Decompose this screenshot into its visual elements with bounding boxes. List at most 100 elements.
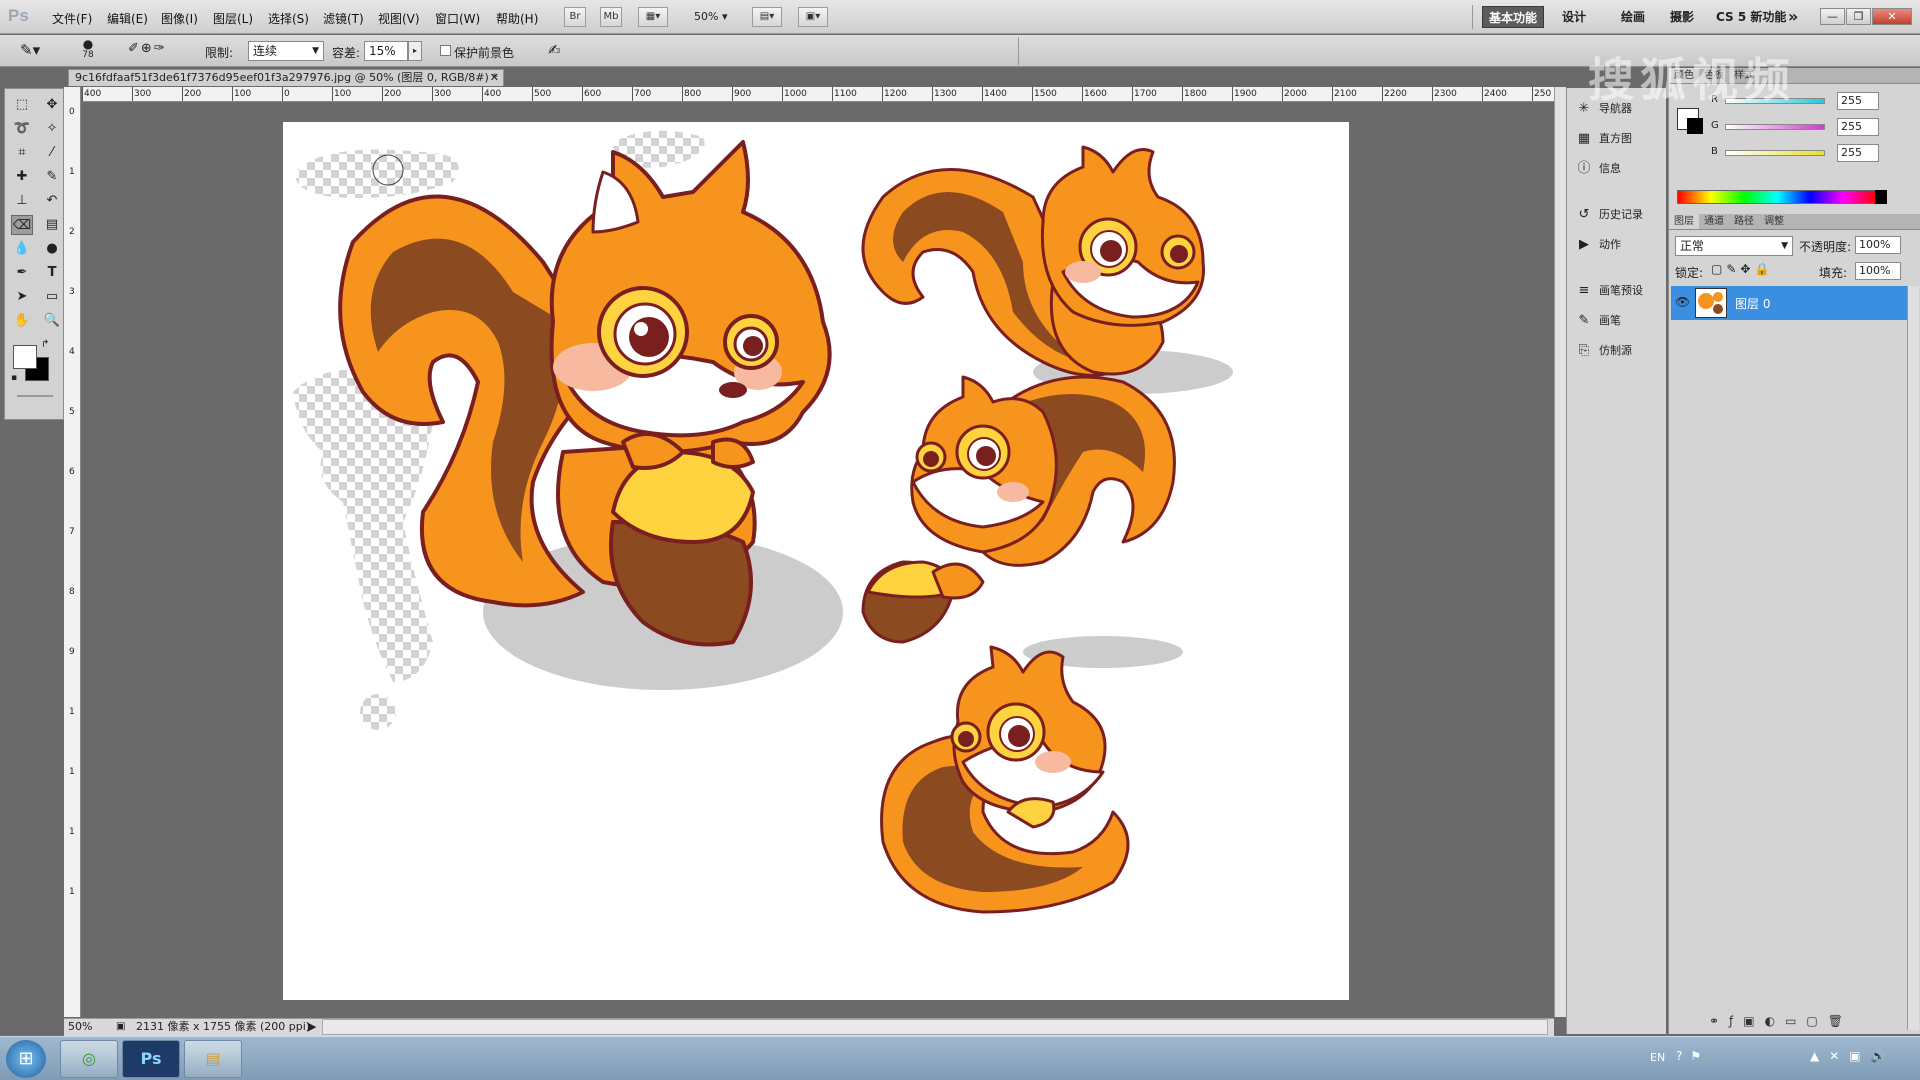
workspace-essentials[interactable]: 基本功能 — [1482, 6, 1545, 28]
tab-layers[interactable]: 图层 — [1669, 214, 1699, 229]
taskbar-app-browser[interactable]: ◎ — [60, 1040, 118, 1078]
menu-view[interactable]: 视图(V) — [378, 10, 420, 27]
fill-input[interactable]: 100% — [1855, 262, 1901, 280]
blend-mode-select[interactable]: 正常 ▼ — [1675, 236, 1793, 256]
zoom-tool-icon[interactable]: 🔍 — [41, 311, 63, 331]
ruler-v-label: 7 — [69, 527, 75, 537]
screen-mode-button[interactable]: ▣▾ — [798, 7, 828, 27]
status-menu-arrow-icon[interactable]: ▶ — [308, 1019, 316, 1035]
eraser-tool-icon[interactable]: ⌫ — [11, 215, 33, 235]
view-extras-button[interactable]: ▦▾ — [638, 7, 668, 27]
more-workspaces-icon[interactable]: » — [1788, 7, 1798, 26]
brush-picker[interactable]: ● 78 — [70, 38, 106, 64]
workspace-photography[interactable]: 摄影 — [1664, 6, 1700, 28]
swap-colors-icon[interactable]: ↱ — [41, 339, 49, 350]
menu-file[interactable]: 文件(F) — [52, 10, 92, 27]
layer-footer-icons[interactable]: ⚭ƒ▣◐▭▢🗑 — [1709, 1014, 1853, 1028]
arrange-docs-button[interactable]: ▤▾ — [752, 7, 782, 27]
background-eraser-icon[interactable]: ✎▾ — [20, 41, 40, 59]
minimize-button[interactable]: — — [1820, 8, 1845, 25]
bridge-button[interactable]: Br — [564, 7, 586, 27]
type-tool-icon[interactable]: T — [41, 263, 63, 283]
shape-tool-icon[interactable]: ▭ — [41, 287, 63, 307]
tab-adjustments[interactable]: 调整 — [1759, 214, 1789, 229]
magic-wand-icon[interactable]: ✧ — [41, 119, 63, 139]
workspace-painting[interactable]: 绘画 — [1615, 6, 1651, 28]
protect-foreground-checkbox[interactable] — [440, 45, 451, 56]
tab-channels[interactable]: 通道 — [1699, 214, 1729, 229]
start-button[interactable]: ⊞ — [6, 1040, 46, 1078]
channel-value-input[interactable]: 255 — [1837, 144, 1879, 162]
eye-icon[interactable]: 👁 — [1675, 295, 1690, 309]
color-bg-swatch[interactable] — [1687, 118, 1703, 134]
panel-button-brush-presets[interactable]: ≡ 画笔预设 — [1575, 280, 1643, 302]
channel-slider[interactable] — [1725, 124, 1825, 130]
opacity-input[interactable]: 100% — [1855, 236, 1901, 254]
panel-button-clone-source[interactable]: ⎘ 仿制源 — [1575, 340, 1632, 362]
menu-window[interactable]: 窗口(W) — [435, 10, 480, 27]
vertical-scrollbar[interactable] — [1554, 87, 1566, 1017]
spectrum-black[interactable] — [1875, 190, 1887, 204]
info-icon: ⓘ — [1577, 161, 1591, 176]
channel-value-input[interactable]: 255 — [1837, 118, 1879, 136]
layer-row[interactable]: 👁 图层 0 — [1671, 286, 1909, 320]
tablet-pressure-icon[interactable]: ✍ — [548, 41, 561, 59]
close-tab-icon[interactable]: ✕ — [490, 70, 499, 86]
panel-button-history[interactable]: ↺ 历史记录 — [1575, 204, 1643, 226]
channel-slider[interactable] — [1725, 150, 1825, 156]
limit-select[interactable]: 连续 ▼ — [248, 41, 324, 61]
taskbar-app-photoshop[interactable]: Ps — [122, 1040, 180, 1078]
marquee-tool-icon[interactable]: ⬚ — [11, 95, 33, 115]
hand-tool-icon[interactable]: ✋ — [11, 311, 33, 331]
canvas[interactable] — [283, 122, 1349, 1000]
menu-select[interactable]: 选择(S) — [268, 10, 309, 27]
foreground-color-swatch-top[interactable] — [13, 345, 37, 369]
tolerance-slider-button[interactable]: ▸ — [408, 41, 422, 61]
menu-help[interactable]: 帮助(H) — [496, 10, 538, 27]
panel-button-brush[interactable]: ✎ 画笔 — [1575, 310, 1621, 332]
color-spectrum-bar[interactable] — [1677, 190, 1877, 204]
status-doc-icon: ▣ — [116, 1021, 126, 1032]
document-tab[interactable]: 9c16fdfaaf51f3de61f7376d95eef01f3a297976… — [68, 69, 504, 86]
minibridge-button[interactable]: Mb — [600, 7, 622, 27]
panel-button-actions[interactable]: ▶ 动作 — [1575, 234, 1621, 256]
lock-icons[interactable]: ▢✎✥🔒 — [1711, 262, 1773, 276]
panel-button-info[interactable]: ⓘ 信息 — [1575, 158, 1621, 180]
gradient-tool-icon[interactable]: ▤ — [41, 215, 63, 235]
crop-tool-icon[interactable]: ⌗ — [11, 143, 33, 163]
menu-edit[interactable]: 编辑(E) — [107, 10, 148, 27]
tolerance-input[interactable]: 15% — [364, 41, 408, 61]
tray-language[interactable]: EN — [1650, 1051, 1665, 1064]
stamp-tool-icon[interactable]: ⊥ — [11, 191, 33, 211]
workspace-design[interactable]: 设计 — [1556, 6, 1592, 28]
zoom-level[interactable]: 50% ▾ — [694, 10, 727, 23]
brush-tool-icon[interactable]: ✎ — [41, 167, 63, 187]
dodge-tool-icon[interactable]: ● — [41, 239, 63, 259]
lasso-tool-icon[interactable]: ➰ — [11, 119, 33, 139]
tray-status-icons[interactable]: ▲✕▣🔊 — [1810, 1049, 1896, 1063]
default-colors-icon[interactable]: ▪ — [11, 373, 17, 383]
close-button[interactable]: ✕ — [1872, 8, 1912, 25]
healing-brush-icon[interactable]: ✚ — [11, 167, 33, 187]
channel-value-input[interactable]: 255 — [1837, 92, 1879, 110]
move-tool-icon[interactable]: ✥ — [41, 95, 63, 115]
menu-layer[interactable]: 图层(L) — [213, 10, 253, 27]
blur-tool-icon[interactable]: 💧 — [11, 239, 33, 259]
taskbar-app-explorer[interactable]: ▤ — [184, 1040, 242, 1078]
sampling-modes[interactable]: ✐⊕✑ — [128, 41, 167, 56]
panel-button-histogram[interactable]: ▦ 直方图 — [1575, 128, 1632, 150]
tab-paths[interactable]: 路径 — [1729, 214, 1759, 229]
pen-tool-icon[interactable]: ✒ — [11, 263, 33, 283]
tray-icons[interactable]: ?⚑ — [1676, 1049, 1709, 1063]
quick-mask-icon[interactable] — [17, 395, 53, 397]
workspace-cs5-new[interactable]: CS 5 新功能 — [1710, 6, 1792, 28]
path-select-icon[interactable]: ➤ — [11, 287, 33, 307]
history-brush-icon[interactable]: ↶ — [41, 191, 63, 211]
menu-image[interactable]: 图像(I) — [161, 10, 198, 27]
horizontal-scrollbar[interactable] — [322, 1019, 1548, 1035]
menu-filter[interactable]: 滤镜(T) — [323, 10, 364, 27]
restore-button[interactable]: ❐ — [1846, 8, 1871, 25]
layers-scrollbar[interactable] — [1907, 286, 1919, 1030]
status-zoom[interactable]: 50% — [68, 1019, 92, 1035]
eyedropper-icon[interactable]: ⁄ — [41, 143, 63, 163]
